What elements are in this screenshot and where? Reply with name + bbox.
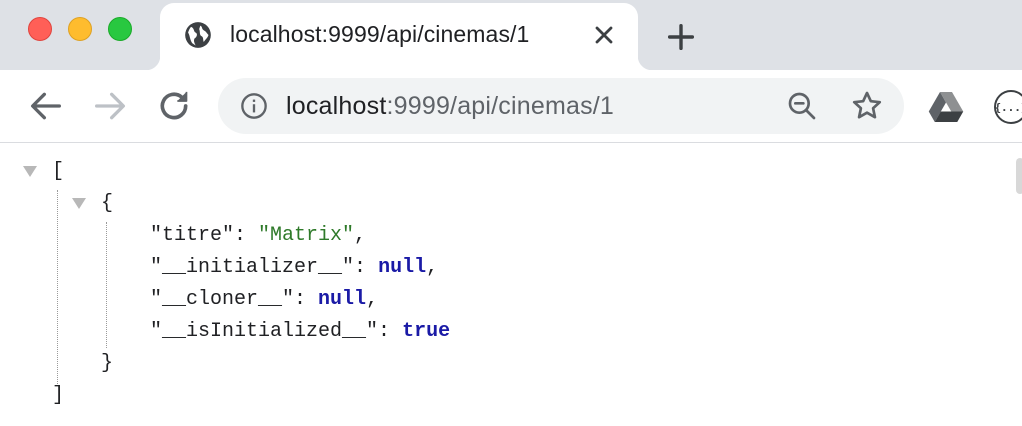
window-minimize-button[interactable]	[68, 17, 92, 41]
url-host: localhost	[286, 92, 387, 120]
json-viewer: [ { "titre": "Matrix", "__initializer__"…	[0, 144, 1022, 426]
object-close-brace: }	[101, 352, 114, 375]
close-icon[interactable]	[590, 21, 618, 49]
url-text[interactable]: localhost:9999/api/cinemas/1	[286, 92, 614, 121]
json-key: "__cloner__"	[150, 288, 295, 311]
json-value: true	[402, 320, 451, 343]
json-property-row: "__initializer__": null,	[150, 256, 439, 279]
browser-toolbar: localhost:9999/api/cinemas/1 {...}	[0, 70, 1022, 143]
collapse-object-toggle[interactable]	[72, 198, 86, 209]
collapse-array-toggle[interactable]	[23, 166, 37, 177]
json-key: "__isInitialized__"	[150, 320, 379, 343]
json-key: "titre"	[150, 224, 235, 247]
window-zoom-button[interactable]	[108, 17, 132, 41]
url-path: :9999/api/cinemas/1	[386, 92, 615, 120]
forward-arrow-icon[interactable]	[90, 86, 130, 126]
json-property-row: "__cloner__": null,	[150, 288, 379, 311]
address-bar[interactable]: localhost:9999/api/cinemas/1	[218, 78, 904, 134]
reload-icon[interactable]	[154, 86, 194, 126]
json-comma: ,	[426, 256, 439, 279]
tab-title: localhost:9999/api/cinemas/1	[230, 21, 530, 47]
window-close-button[interactable]	[28, 17, 52, 41]
json-key: "__initializer__"	[150, 256, 355, 279]
json-viewer-icon[interactable]: {...}	[994, 90, 1022, 124]
json-property-row: "__isInitialized__": true	[150, 320, 451, 343]
tab-strip: localhost:9999/api/cinemas/1	[0, 0, 1022, 70]
active-tab[interactable]: localhost:9999/api/cinemas/1	[146, 3, 652, 70]
json-property-row: "titre": "Matrix",	[150, 224, 367, 247]
info-icon[interactable]	[240, 92, 268, 120]
back-arrow-icon[interactable]	[26, 86, 66, 126]
json-value: null	[318, 288, 367, 311]
globe-icon	[185, 22, 211, 48]
google-drive-icon[interactable]	[928, 90, 964, 124]
array-guide-line	[57, 190, 58, 384]
star-icon[interactable]	[850, 89, 884, 123]
json-comma: ,	[354, 224, 367, 247]
json-value: "Matrix"	[258, 224, 355, 247]
new-tab-button[interactable]	[664, 20, 698, 54]
json-value: null	[378, 256, 427, 279]
zoom-out-icon[interactable]	[786, 90, 818, 122]
object-open-brace: {	[101, 192, 114, 215]
array-open-bracket: [	[52, 160, 65, 183]
array-close-bracket: ]	[52, 384, 65, 407]
object-guide-line	[106, 222, 107, 348]
json-comma: ,	[366, 288, 379, 311]
